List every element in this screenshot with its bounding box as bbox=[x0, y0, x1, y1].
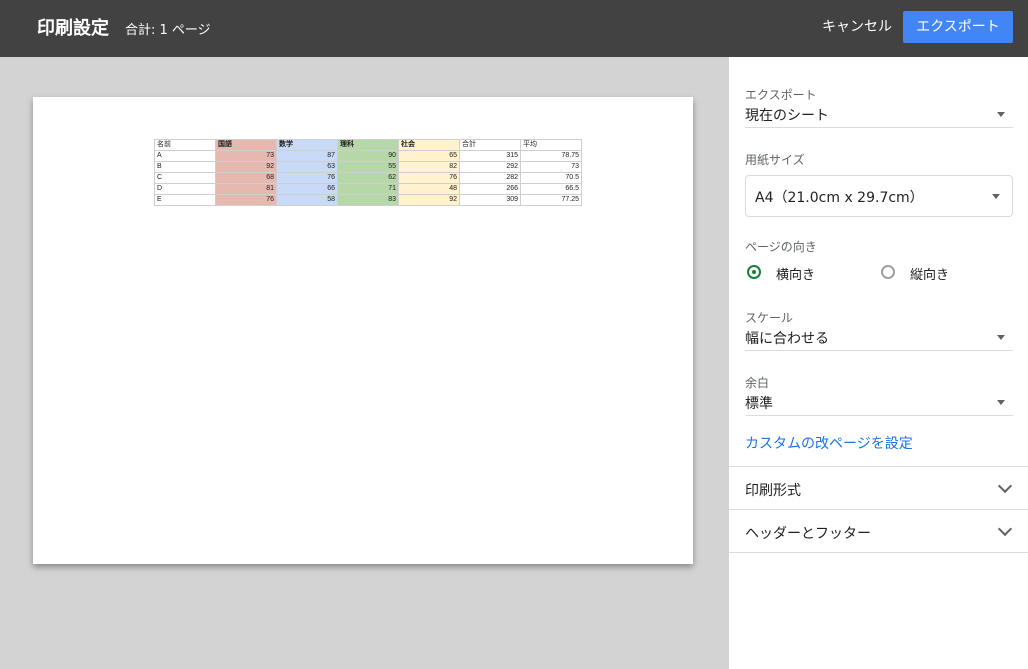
table-row: B 92 63 55 82 292 73 bbox=[154, 161, 582, 173]
margin-dropdown[interactable]: 標準 bbox=[745, 393, 1013, 416]
table-header-cell: 数学 bbox=[276, 139, 338, 151]
sheet-table: 名前 国語 数学 理科 社会 合計 平均 A 73 87 90 65 315 78.75 B 92 63 55 82… bbox=[154, 139, 582, 206]
table-cell: C bbox=[154, 172, 216, 184]
table-cell: 58 bbox=[276, 194, 338, 206]
table-cell: 81 bbox=[215, 183, 277, 195]
table-header-cell: 平均 bbox=[520, 139, 582, 151]
table-cell: B bbox=[154, 161, 216, 173]
table-cell: 48 bbox=[398, 183, 460, 195]
table-cell: 66 bbox=[276, 183, 338, 195]
table-cell: 68 bbox=[215, 172, 277, 184]
radio-selected-icon bbox=[747, 265, 761, 279]
chevron-down-icon bbox=[997, 521, 1013, 537]
portrait-label: 縦向き bbox=[910, 268, 950, 283]
table-header-cell: 合計 bbox=[459, 139, 521, 151]
table-cell: D bbox=[154, 183, 216, 195]
table-cell: 66.5 bbox=[520, 183, 582, 195]
table-cell: 92 bbox=[398, 194, 460, 206]
table-cell: 82 bbox=[398, 161, 460, 173]
table-header-cell: 社会 bbox=[398, 139, 460, 151]
table-cell: 309 bbox=[459, 194, 521, 206]
export-scope-value: 現在のシート bbox=[745, 108, 829, 124]
print-preview-area: 名前 国語 数学 理科 社会 合計 平均 A 73 87 90 65 315 78.75 B 92 63 55 82… bbox=[0, 57, 729, 669]
table-cell: 73 bbox=[215, 150, 277, 162]
preview-page: 名前 国語 数学 理科 社会 合計 平均 A 73 87 90 65 315 78.75 B 92 63 55 82… bbox=[33, 97, 693, 564]
header-footer-label: ヘッダーとフッター bbox=[745, 526, 871, 542]
settings-panel: エクスポート 現在のシート 用紙サイズ A4（21.0cm x 29.7cm） … bbox=[729, 57, 1028, 669]
table-cell: 77.25 bbox=[520, 194, 582, 206]
landscape-label: 横向き bbox=[776, 268, 816, 283]
table-cell: 73 bbox=[520, 161, 582, 173]
top-bar: 印刷設定 合計: 1 ページ キャンセル エクスポート bbox=[0, 0, 1028, 57]
dropdown-arrow-icon bbox=[992, 194, 1000, 199]
table-cell: E bbox=[154, 194, 216, 206]
header-footer-section[interactable]: ヘッダーとフッター bbox=[729, 509, 1028, 553]
table-cell: 266 bbox=[459, 183, 521, 195]
dropdown-arrow-icon bbox=[997, 400, 1005, 405]
paper-size-dropdown[interactable]: A4（21.0cm x 29.7cm） bbox=[745, 175, 1013, 217]
export-scope-label: エクスポート bbox=[745, 88, 817, 102]
table-cell: 90 bbox=[337, 150, 399, 162]
paper-size-label: 用紙サイズ bbox=[745, 153, 805, 167]
table-row: E 76 58 83 92 309 77.25 bbox=[154, 194, 582, 206]
orientation-label: ページの向き bbox=[745, 240, 817, 254]
cancel-button[interactable]: キャンセル bbox=[818, 11, 896, 43]
table-cell: 315 bbox=[459, 150, 521, 162]
table-cell: 76 bbox=[398, 172, 460, 184]
scale-label: スケール bbox=[745, 311, 794, 325]
table-header-cell: 理科 bbox=[337, 139, 399, 151]
print-format-label: 印刷形式 bbox=[745, 483, 801, 499]
print-format-section[interactable]: 印刷形式 bbox=[729, 466, 1028, 509]
margin-label: 余白 bbox=[745, 376, 770, 390]
export-button[interactable]: エクスポート bbox=[903, 11, 1013, 43]
table-cell: 71 bbox=[337, 183, 399, 195]
table-cell: 63 bbox=[276, 161, 338, 173]
table-header-cell: 名前 bbox=[154, 139, 216, 151]
table-cell: 76 bbox=[276, 172, 338, 184]
chevron-down-icon bbox=[997, 478, 1013, 494]
table-cell: 70.5 bbox=[520, 172, 582, 184]
page-title: 印刷設定 bbox=[37, 18, 109, 39]
export-scope-dropdown[interactable]: 現在のシート bbox=[745, 105, 1013, 128]
table-cell: 78.75 bbox=[520, 150, 582, 162]
table-cell: 62 bbox=[337, 172, 399, 184]
table-header-cell: 国語 bbox=[215, 139, 277, 151]
table-row: A 73 87 90 65 315 78.75 bbox=[154, 150, 582, 162]
paper-size-value: A4（21.0cm x 29.7cm） bbox=[755, 190, 924, 206]
page-count: 合計: 1 ページ bbox=[125, 23, 211, 38]
table-header-row: 名前 国語 数学 理科 社会 合計 平均 bbox=[154, 139, 582, 151]
table-cell: 55 bbox=[337, 161, 399, 173]
custom-page-break-link[interactable]: カスタムの改ページを設定 bbox=[745, 433, 913, 453]
table-cell: A bbox=[154, 150, 216, 162]
table-row: D 81 66 71 48 266 66.5 bbox=[154, 183, 582, 195]
table-cell: 76 bbox=[215, 194, 277, 206]
table-cell: 83 bbox=[337, 194, 399, 206]
margin-value: 標準 bbox=[745, 396, 773, 412]
table-row: C 68 76 62 76 282 70.5 bbox=[154, 172, 582, 184]
table-cell: 65 bbox=[398, 150, 460, 162]
scale-value: 幅に合わせる bbox=[745, 331, 829, 347]
dropdown-arrow-icon bbox=[997, 112, 1005, 117]
dropdown-arrow-icon bbox=[997, 335, 1005, 340]
table-cell: 92 bbox=[215, 161, 277, 173]
radio-unselected-icon bbox=[881, 265, 895, 279]
table-cell: 87 bbox=[276, 150, 338, 162]
table-cell: 282 bbox=[459, 172, 521, 184]
table-cell: 292 bbox=[459, 161, 521, 173]
scale-dropdown[interactable]: 幅に合わせる bbox=[745, 328, 1013, 351]
